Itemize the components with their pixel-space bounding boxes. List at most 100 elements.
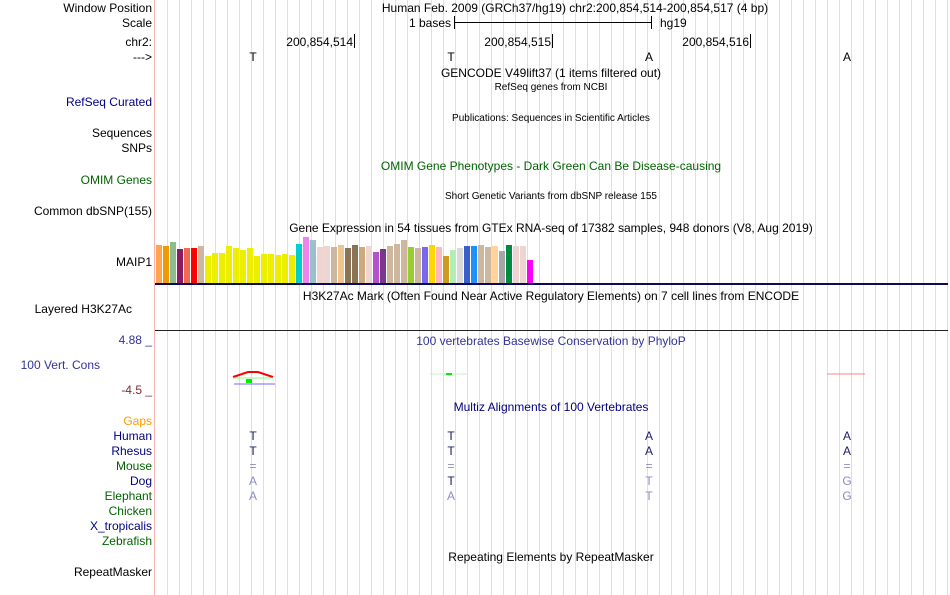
species-label[interactable]: Mouse bbox=[116, 459, 152, 473]
base-letter: A bbox=[842, 50, 852, 64]
gtex-tissue-bar[interactable] bbox=[324, 246, 330, 283]
repeatmasker-label[interactable]: RepeatMasker bbox=[74, 565, 152, 579]
gtex-tissue-bar[interactable] bbox=[387, 246, 393, 283]
gtex-tissue-bar[interactable] bbox=[408, 247, 414, 283]
gaps-label[interactable]: Gaps bbox=[123, 414, 152, 428]
gtex-tissue-bar[interactable] bbox=[352, 245, 358, 283]
gtex-tissue-bar[interactable] bbox=[191, 248, 197, 283]
sequences-label[interactable]: Sequences bbox=[92, 126, 152, 140]
gtex-bar-chart[interactable] bbox=[155, 236, 948, 283]
grid-line bbox=[923, 0, 924, 595]
species-label[interactable]: Dog bbox=[130, 474, 152, 488]
ruler-tick-label: 200,854,515 bbox=[484, 35, 551, 49]
omim-label[interactable]: OMIM Genes bbox=[81, 173, 152, 187]
grid-line bbox=[863, 0, 864, 595]
gtex-tissue-bar[interactable] bbox=[478, 245, 484, 283]
gtex-tissue-bar[interactable] bbox=[219, 253, 225, 283]
gtex-tissue-bar[interactable] bbox=[492, 246, 498, 283]
gtex-gene-label[interactable]: MAIP1 bbox=[116, 255, 152, 269]
phylop-mark bbox=[446, 373, 452, 375]
gtex-tissue-bar[interactable] bbox=[443, 256, 449, 283]
gtex-tissue-bar[interactable] bbox=[401, 240, 407, 283]
species-label[interactable]: Human bbox=[113, 429, 152, 443]
gtex-tissue-bar[interactable] bbox=[254, 256, 260, 283]
gtex-tissue-bar[interactable] bbox=[261, 254, 267, 283]
gtex-tissue-bar[interactable] bbox=[464, 246, 470, 283]
multiz-title[interactable]: Multiz Alignments of 100 Vertebrates bbox=[454, 400, 649, 414]
species-label[interactable]: X_tropicalis bbox=[90, 519, 152, 533]
gtex-tissue-bar[interactable] bbox=[163, 246, 169, 283]
gtex-tissue-bar[interactable] bbox=[156, 245, 162, 283]
gtex-tissue-bar[interactable] bbox=[457, 248, 463, 283]
grid-line bbox=[299, 0, 300, 595]
dbsnp-label[interactable]: Common dbSNP(155) bbox=[34, 204, 152, 218]
species-label[interactable]: Rhesus bbox=[111, 444, 152, 458]
gtex-title[interactable]: Gene Expression in 54 tissues from GTEx … bbox=[289, 221, 813, 235]
scale-text: 1 bases bbox=[408, 16, 451, 30]
gtex-tissue-bar[interactable] bbox=[373, 252, 379, 283]
gtex-tissue-bar[interactable] bbox=[303, 237, 309, 283]
gtex-tissue-bar[interactable] bbox=[429, 245, 435, 283]
gtex-tissue-bar[interactable] bbox=[471, 246, 477, 283]
species-label[interactable]: Chicken bbox=[109, 504, 152, 518]
gtex-tissue-bar[interactable] bbox=[345, 248, 351, 283]
phylop-graph bbox=[232, 371, 865, 385]
gtex-tissue-bar[interactable] bbox=[310, 240, 316, 283]
gencode-title[interactable]: GENCODE V49lift37 (1 items filtered out) bbox=[441, 66, 661, 80]
grid-line bbox=[839, 0, 840, 595]
gtex-tissue-bar[interactable] bbox=[338, 245, 344, 283]
gtex-tissue-bar[interactable] bbox=[415, 248, 421, 283]
h3k27ac-label[interactable]: Layered H3K27Ac bbox=[35, 302, 132, 316]
gtex-tissue-bar[interactable] bbox=[296, 244, 302, 283]
gtex-tissue-bar[interactable] bbox=[198, 246, 204, 283]
gtex-tissue-bar[interactable] bbox=[247, 248, 253, 283]
gtex-tissue-bar[interactable] bbox=[520, 246, 526, 283]
gtex-tissue-bar[interactable] bbox=[394, 244, 400, 283]
gtex-tissue-bar[interactable] bbox=[177, 249, 183, 283]
aligned-base: T bbox=[447, 444, 455, 458]
grid-line bbox=[887, 0, 888, 595]
grid-line bbox=[911, 0, 912, 595]
gtex-tissue-bar[interactable] bbox=[170, 242, 176, 283]
gtex-tissue-bar[interactable] bbox=[289, 255, 295, 283]
phylop-label[interactable]: 100 Vert. Cons bbox=[21, 358, 100, 372]
gtex-tissue-bar[interactable] bbox=[331, 247, 337, 283]
gtex-tissue-bar[interactable] bbox=[268, 254, 274, 283]
publications-title[interactable]: Publications: Sequences in Scientific Ar… bbox=[452, 112, 650, 126]
gtex-tissue-bar[interactable] bbox=[233, 248, 239, 283]
refseq-label[interactable]: RefSeq Curated bbox=[66, 95, 152, 109]
gtex-tissue-bar[interactable] bbox=[513, 246, 519, 283]
gtex-tissue-bar[interactable] bbox=[317, 247, 323, 283]
repeatmasker-title[interactable]: Repeating Elements by RepeatMasker bbox=[448, 550, 653, 564]
window-position-label: Window Position bbox=[63, 1, 152, 15]
gtex-tissue-bar[interactable] bbox=[212, 253, 218, 283]
species-label[interactable]: Zebrafish bbox=[102, 534, 152, 548]
gtex-tissue-bar[interactable] bbox=[380, 249, 386, 283]
gtex-tissue-bar[interactable] bbox=[282, 254, 288, 283]
gtex-tissue-bar[interactable] bbox=[205, 256, 211, 283]
h3k27ac-title[interactable]: H3K27Ac Mark (Often Found Near Active Re… bbox=[303, 289, 799, 303]
gtex-tissue-bar[interactable] bbox=[240, 250, 246, 283]
gtex-tissue-bar[interactable] bbox=[485, 247, 491, 283]
gtex-tissue-bar[interactable] bbox=[527, 260, 533, 283]
gtex-tissue-bar[interactable] bbox=[184, 248, 190, 283]
species-label[interactable]: Elephant bbox=[105, 489, 152, 503]
gtex-tissue-bar[interactable] bbox=[506, 245, 512, 283]
gtex-tissue-bar[interactable] bbox=[422, 247, 428, 283]
phylop-title[interactable]: 100 vertebrates Basewise Conservation by… bbox=[416, 334, 685, 348]
gtex-tissue-bar[interactable] bbox=[499, 251, 505, 283]
scale-bar-left-tick bbox=[454, 16, 455, 29]
grid-line bbox=[179, 0, 180, 595]
aligned-base: A bbox=[644, 429, 654, 443]
gtex-tissue-bar[interactable] bbox=[275, 255, 281, 283]
aligned-base: T bbox=[645, 489, 653, 503]
gtex-tissue-bar[interactable] bbox=[359, 247, 365, 283]
gtex-tissue-bar[interactable] bbox=[366, 246, 372, 283]
snps-label[interactable]: SNPs bbox=[121, 141, 152, 155]
dbsnp-title[interactable]: Short Genetic Variants from dbSNP releas… bbox=[445, 190, 657, 204]
refseq-title[interactable]: RefSeq genes from NCBI bbox=[495, 81, 608, 95]
gtex-tissue-bar[interactable] bbox=[436, 247, 442, 283]
omim-title[interactable]: OMIM Gene Phenotypes - Dark Green Can Be… bbox=[381, 159, 721, 173]
gtex-tissue-bar[interactable] bbox=[226, 246, 232, 283]
gtex-tissue-bar[interactable] bbox=[450, 250, 456, 283]
